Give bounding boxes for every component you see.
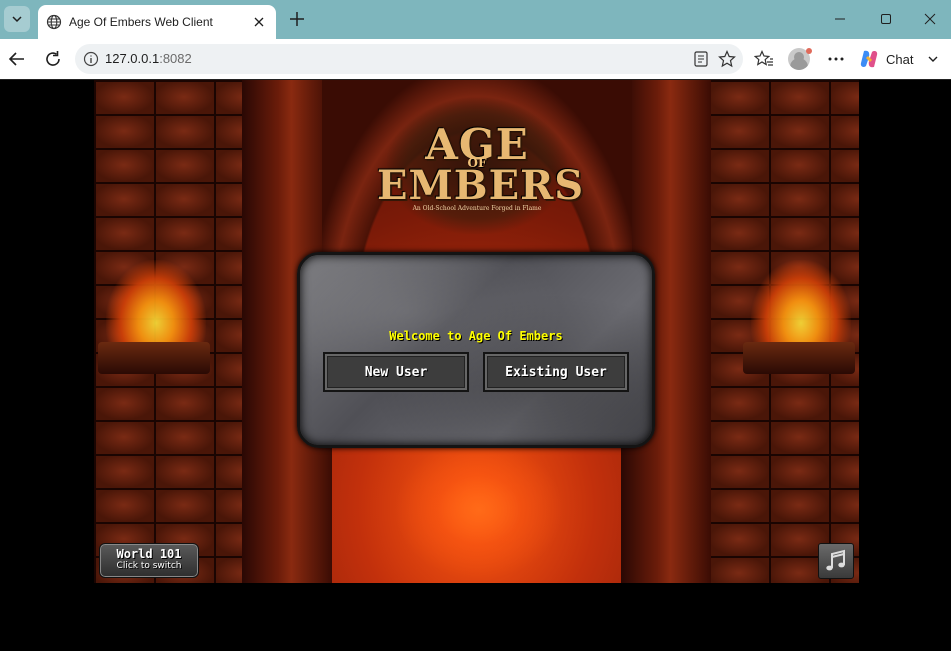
reader-mode-button[interactable] <box>690 49 712 69</box>
game-logo: AGE OF EMBERS An Old-School Adventure Fo… <box>377 94 585 244</box>
more-icon <box>828 57 844 61</box>
browser-tab[interactable]: Age Of Embers Web Client <box>38 5 276 39</box>
world-switch-button[interactable]: World 101 Click to switch <box>99 543 199 578</box>
new-user-button[interactable]: New User <box>323 352 469 392</box>
profile-notification-dot <box>806 48 812 54</box>
left-brazier-fire <box>106 260 206 350</box>
left-brazier <box>98 342 210 374</box>
close-window-button[interactable] <box>909 4 951 34</box>
url-port: :8082 <box>159 51 192 66</box>
right-brazier-fire <box>751 260 851 350</box>
reader-mode-icon <box>694 51 708 67</box>
close-icon <box>924 13 936 25</box>
music-toggle-button[interactable] <box>818 543 854 579</box>
reload-icon <box>46 51 60 66</box>
chevron-down-icon <box>12 16 22 23</box>
world-title: World 101 <box>116 547 182 561</box>
more-button[interactable] <box>824 47 848 71</box>
favorite-button[interactable] <box>716 49 738 69</box>
plus-icon <box>290 12 304 26</box>
favorites-icon <box>754 50 773 66</box>
tab-title: Age Of Embers Web Client <box>69 15 213 29</box>
fire-glow <box>394 440 564 580</box>
world-subtitle: Click to switch <box>116 561 182 571</box>
tab-list-button[interactable] <box>4 6 30 32</box>
chat-button[interactable]: Chat <box>858 44 948 74</box>
back-arrow-icon <box>8 52 24 66</box>
url-text: 127.0.0.1:8082 <box>105 51 192 66</box>
browser-tabbar: Age Of Embers Web Client <box>0 0 951 39</box>
maximize-icon <box>881 14 891 24</box>
music-note-icon <box>826 549 845 571</box>
welcome-text: Welcome to Age Of Embers <box>389 329 563 343</box>
globe-icon <box>46 14 62 30</box>
logo-line-embers: EMBERS <box>377 162 585 209</box>
login-panel: Welcome to Age Of Embers New User Existi… <box>297 252 655 448</box>
page-viewport: AGE OF EMBERS An Old-School Adventure Fo… <box>0 79 951 651</box>
chat-label: Chat <box>886 51 914 67</box>
back-button[interactable] <box>5 47 29 71</box>
reload-button[interactable] <box>41 47 65 71</box>
tab-close-button[interactable] <box>250 13 268 31</box>
copilot-icon <box>860 50 878 68</box>
url-host: 127.0.0.1 <box>105 51 160 66</box>
minimize-button[interactable] <box>817 4 863 34</box>
maximize-button[interactable] <box>863 4 909 34</box>
existing-user-button[interactable]: Existing User <box>483 352 629 392</box>
info-icon[interactable] <box>83 51 99 67</box>
right-brazier <box>743 342 855 374</box>
minimize-icon <box>835 18 845 20</box>
favorites-button[interactable] <box>752 47 776 71</box>
address-bar[interactable]: 127.0.0.1:8082 <box>75 44 743 74</box>
new-tab-button[interactable] <box>286 8 308 30</box>
logo-tagline: An Old-School Adventure Forged in Flame <box>412 205 542 212</box>
close-icon <box>254 17 264 27</box>
game-canvas[interactable]: AGE OF EMBERS An Old-School Adventure Fo… <box>94 80 859 583</box>
star-icon <box>718 50 736 68</box>
chevron-down-icon <box>928 56 938 62</box>
